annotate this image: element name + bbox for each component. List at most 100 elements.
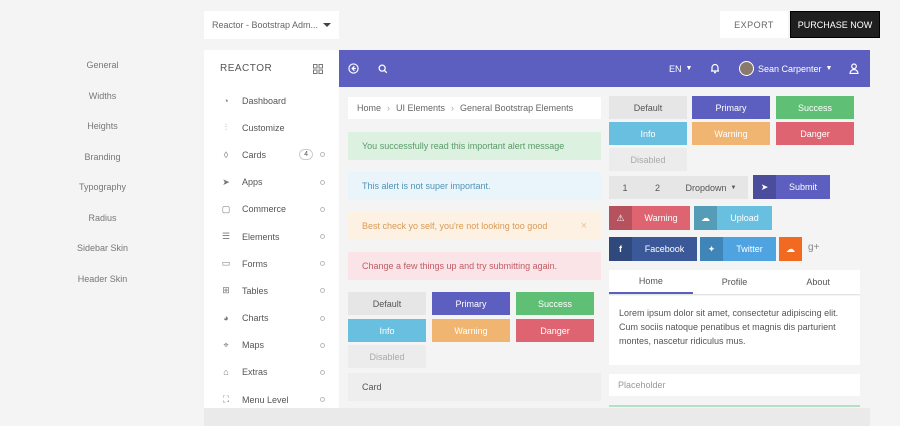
danger-button[interactable]: Danger — [516, 319, 594, 342]
sidebar-item-charts[interactable]: ◕ Charts — [204, 305, 339, 332]
list-icon: ☰ — [221, 231, 231, 242]
disabled-button: Disabled — [348, 345, 426, 368]
option-header-skin[interactable]: Header Skin — [55, 264, 150, 295]
tab-about[interactable]: About — [776, 270, 860, 294]
submit-button[interactable]: ➤ Submit — [753, 175, 830, 199]
caret-down-icon — [323, 23, 331, 27]
sidebar-item-extras[interactable]: ⌂ Extras — [204, 359, 339, 386]
caret-down-icon: ▼ — [685, 65, 693, 72]
chevron-dot-icon — [320, 315, 325, 321]
google-plus-icon[interactable]: g+ — [808, 242, 819, 253]
sidebar-item-customize[interactable]: ⫶ Customize — [204, 114, 339, 141]
success-button[interactable]: Success — [516, 292, 594, 315]
profile-button[interactable] — [849, 50, 859, 87]
caret-down-icon: ▼ — [825, 65, 833, 72]
info-button[interactable]: Info — [348, 319, 426, 342]
facebook-icon: f — [609, 237, 632, 261]
map-pin-icon: ⌖ — [223, 339, 229, 350]
language-dropdown[interactable]: EN ▼ — [669, 50, 692, 87]
sidebar-item-tables[interactable]: ⊞ Tables — [204, 277, 339, 304]
close-icon[interactable]: × — [581, 220, 587, 232]
upload-label: Upload — [730, 213, 759, 223]
chevron-dot-icon — [320, 397, 325, 403]
alert-info-text: This alert is not super important. — [362, 181, 491, 191]
primary-button[interactable]: Primary — [432, 292, 510, 315]
option-radius[interactable]: Radius — [55, 203, 150, 234]
warning-icon-button[interactable]: ⚠ Warning — [609, 206, 690, 230]
success-button-2[interactable]: Success — [776, 96, 854, 119]
breadcrumb-separator-icon: › — [451, 103, 455, 113]
app-header: EN ▼ Sean Carpenter ▼ — [339, 50, 870, 87]
alert-warning: Best check yo self, you're not looking t… — [348, 212, 601, 240]
arrow-circle-left-icon — [348, 63, 359, 74]
sidebar-item-dashboard[interactable]: ◔ Dashboard — [204, 87, 339, 114]
placeholder-input[interactable]: Placeholder — [609, 374, 860, 396]
sidebar-header: REACTOR — [204, 50, 339, 87]
alert-success-text: You successfully read this important ale… — [362, 141, 565, 151]
soundcloud-button[interactable]: ☁ — [779, 237, 802, 261]
template-select[interactable]: Reactor - Bootstrap Adm... — [204, 11, 339, 39]
warning-button[interactable]: Warning — [432, 319, 510, 342]
send-icon: ➤ — [753, 175, 776, 199]
option-heights[interactable]: Heights — [55, 111, 150, 142]
expand-icon: ⛶ — [222, 394, 230, 405]
group-button-2[interactable]: 2 — [641, 176, 674, 199]
notifications-button[interactable] — [710, 50, 720, 87]
info-button-2[interactable]: Info — [609, 122, 687, 145]
chevron-dot-icon — [320, 234, 325, 240]
twitter-button[interactable]: ✦ Twitter — [700, 237, 776, 261]
default-button-2[interactable]: Default — [609, 96, 687, 119]
sidebar-item-apps[interactable]: ➤ Apps — [204, 169, 339, 196]
footer-bar — [204, 408, 870, 426]
grid-icon[interactable] — [313, 63, 323, 74]
default-button[interactable]: Default — [348, 292, 426, 315]
group-button-1[interactable]: 1 — [609, 176, 641, 199]
alert-info: This alert is not super important. — [348, 172, 601, 200]
user-menu[interactable]: Sean Carpenter ▼ — [739, 50, 832, 87]
chevron-dot-icon — [320, 206, 325, 212]
upload-button[interactable]: ☁ Upload — [694, 206, 772, 230]
option-general[interactable]: General — [55, 50, 150, 81]
group-dropdown-button[interactable]: Dropdown ▼ — [674, 176, 748, 199]
warning-triangle-icon: ⚠ — [609, 206, 632, 230]
tab-profile[interactable]: Profile — [693, 270, 777, 294]
search-icon — [378, 64, 388, 73]
purchase-now-button[interactable]: PURCHASE NOW — [790, 11, 880, 38]
breadcrumb-ui-elements[interactable]: UI Elements — [396, 103, 445, 113]
danger-button-2[interactable]: Danger — [776, 122, 854, 145]
export-button[interactable]: EXPORT — [720, 11, 788, 38]
twitter-label: Twitter — [736, 244, 763, 254]
sidebar-item-elements[interactable]: ☰ Elements — [204, 223, 339, 250]
tab-content: Lorem ipsum dolor sit amet, consectetur … — [609, 296, 860, 365]
warning-icon-button-label: Warning — [644, 213, 678, 223]
table-icon: ⊞ — [222, 285, 230, 296]
primary-button-2[interactable]: Primary — [692, 96, 770, 119]
sidebar-item-commerce[interactable]: ▢ Commerce — [204, 196, 339, 223]
sidebar-item-cards[interactable]: ◊ Cards 4 — [204, 141, 339, 168]
alert-danger: Change a few things up and try submittin… — [348, 252, 601, 280]
breadcrumb-home[interactable]: Home — [357, 103, 381, 113]
breadcrumb: Home › UI Elements › General Bootstrap E… — [348, 97, 601, 119]
tab-home[interactable]: Home — [609, 270, 693, 294]
breadcrumb-separator-icon: › — [387, 103, 391, 113]
template-select-value: Reactor - Bootstrap Adm... — [212, 20, 319, 30]
chevron-dot-icon — [320, 342, 325, 348]
breadcrumb-current: General Bootstrap Elements — [460, 103, 574, 113]
back-button[interactable] — [348, 50, 359, 87]
tab-bar: Home Profile About — [609, 270, 860, 295]
alert-danger-text: Change a few things up and try submittin… — [362, 261, 558, 271]
sidebar-item-forms[interactable]: ▭ Forms — [204, 250, 339, 277]
dashboard-icon: ◔ — [223, 95, 229, 106]
alert-warning-text: Best check yo self, you're not looking t… — [362, 221, 548, 231]
bag-icon: ▢ — [221, 203, 231, 214]
option-widths[interactable]: Widths — [55, 81, 150, 112]
sidebar-item-maps[interactable]: ⌖ Maps — [204, 332, 339, 359]
pie-icon: ◕ — [223, 313, 229, 324]
warning-button-2[interactable]: Warning — [692, 122, 770, 145]
drop-icon: ◊ — [223, 149, 229, 160]
search-button[interactable] — [378, 50, 388, 87]
option-branding[interactable]: Branding — [55, 142, 150, 173]
facebook-button[interactable]: f Facebook — [609, 237, 697, 261]
option-typography[interactable]: Typography — [55, 172, 150, 203]
option-sidebar-skin[interactable]: Sidebar Skin — [55, 233, 150, 264]
